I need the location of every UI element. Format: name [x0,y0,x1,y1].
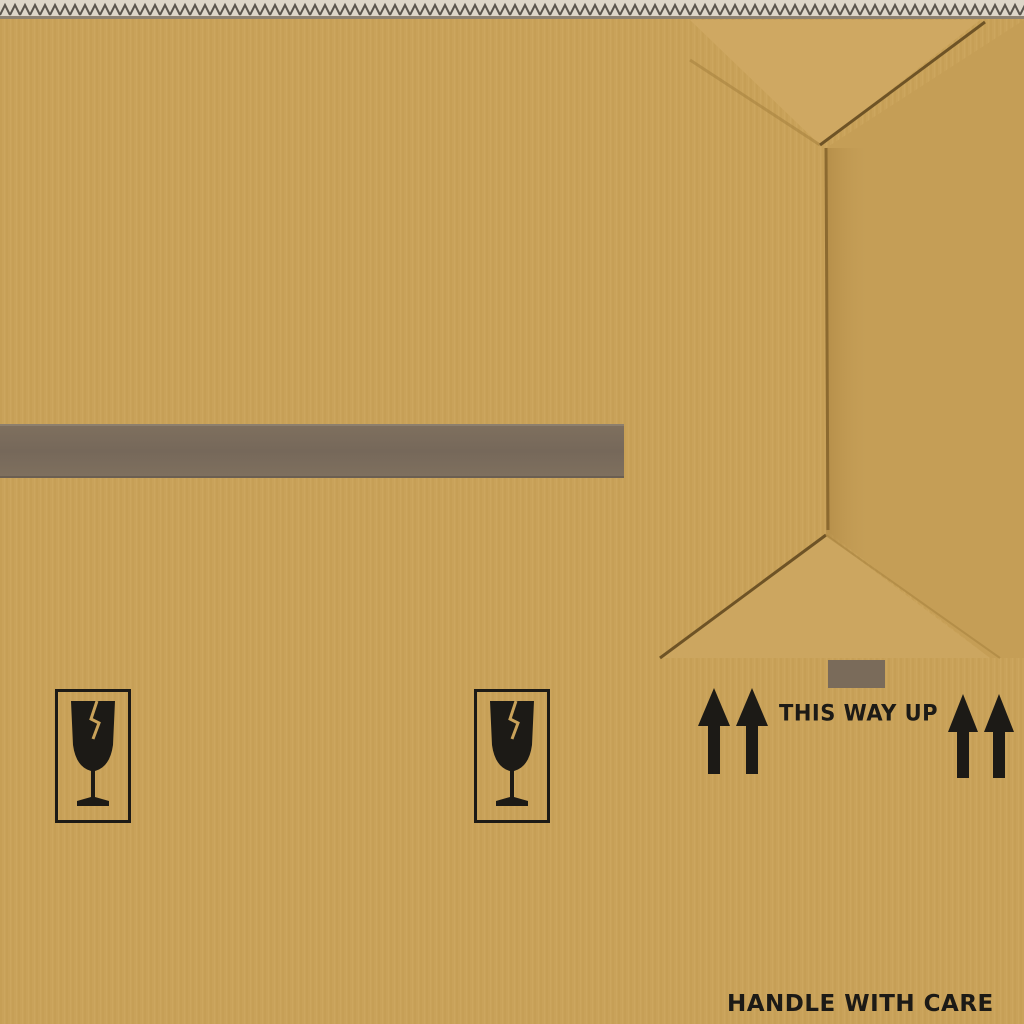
cardboard-surface [0,0,1024,1024]
handle-with-care-label: HANDLE WITH CARE [727,991,994,1017]
small-tape-patch [828,660,885,688]
packing-tape [0,424,624,478]
cardboard-box-texture: THIS WAY UP HANDLE WITH CARE [0,0,1024,1024]
this-way-up-label: THIS WAY UP [779,700,939,726]
corrugated-edge [0,0,1024,18]
